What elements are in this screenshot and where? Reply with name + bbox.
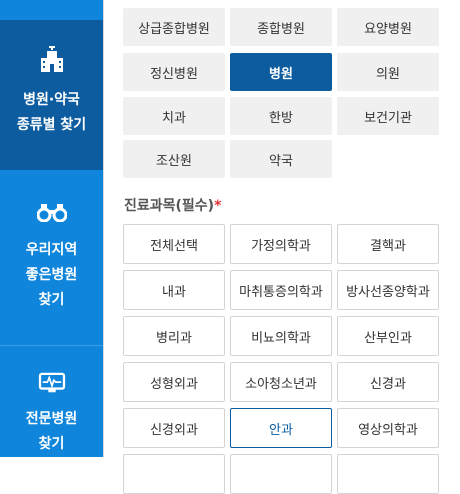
department-button[interactable]: 내과 <box>123 270 225 310</box>
type-button[interactable]: 요양병원 <box>337 8 439 46</box>
sidebar: 병원·약국 종류별 찾기 우리지역 좋은병원 찾기 전문병원 찾기 <box>0 0 103 457</box>
required-mark: * <box>214 198 222 214</box>
department-button[interactable]: 마취통증의학과 <box>230 270 332 310</box>
type-button[interactable]: 조산원 <box>123 140 225 178</box>
department-button[interactable]: 영상의학과 <box>337 408 439 448</box>
department-button-partial[interactable] <box>230 454 332 494</box>
binoculars-icon <box>36 204 67 222</box>
sidebar-edge <box>103 0 104 457</box>
sidebar-item-label: 병원·약국 <box>23 92 80 108</box>
sidebar-item-good-hospital[interactable]: 우리지역 좋은병원 찾기 <box>0 192 103 342</box>
sidebar-item-hospital-type[interactable]: 병원·약국 종류별 찾기 <box>0 20 103 170</box>
sidebar-item-label: 좋은병원 <box>25 267 78 283</box>
department-title-text: 진료과목(필수) <box>124 198 215 214</box>
department-button[interactable]: 소아청소년과 <box>230 362 332 402</box>
sidebar-item-label: 찾기 <box>38 436 65 452</box>
department-button[interactable]: 전체선택 <box>123 224 225 264</box>
hospital-building-icon <box>40 46 63 72</box>
sidebar-item-label: 종류별 찾기 <box>16 117 87 133</box>
type-button[interactable]: 보건기관 <box>337 97 439 135</box>
sidebar-item-label: 우리지역 <box>25 242 78 258</box>
department-button[interactable]: 성형외과 <box>123 362 225 402</box>
type-button[interactable]: 상급종합병원 <box>123 8 225 46</box>
type-button[interactable]: 의원 <box>337 53 439 91</box>
department-button-highlighted[interactable]: 안과 <box>230 408 332 448</box>
department-section-title: 진료과목(필수)* <box>124 195 221 215</box>
type-button[interactable]: 정신병원 <box>123 53 225 91</box>
sidebar-item-specialty-hospital[interactable]: 전문병원 찾기 <box>0 366 103 457</box>
sidebar-item-label: 찾기 <box>38 292 65 308</box>
department-button[interactable]: 결핵과 <box>337 224 439 264</box>
type-button[interactable]: 한방 <box>230 97 332 135</box>
department-button[interactable]: 신경외과 <box>123 408 225 448</box>
type-button-selected[interactable]: 병원 <box>230 53 332 91</box>
department-button[interactable]: 비뇨의학과 <box>230 316 332 356</box>
department-button[interactable]: 병리과 <box>123 316 225 356</box>
sidebar-divider <box>0 345 103 346</box>
department-button[interactable]: 방사선종양학과 <box>337 270 439 310</box>
type-button[interactable]: 약국 <box>230 140 332 178</box>
type-button[interactable]: 종합병원 <box>230 8 332 46</box>
department-button-partial[interactable] <box>337 454 439 494</box>
type-button[interactable]: 치과 <box>123 97 225 135</box>
department-button[interactable]: 가정의학과 <box>230 224 332 264</box>
department-button-partial[interactable] <box>123 454 225 494</box>
specialty-monitor-icon <box>38 372 65 393</box>
sidebar-item-label: 전문병원 <box>25 411 78 427</box>
department-button[interactable]: 신경과 <box>337 362 439 402</box>
department-button[interactable]: 산부인과 <box>337 316 439 356</box>
